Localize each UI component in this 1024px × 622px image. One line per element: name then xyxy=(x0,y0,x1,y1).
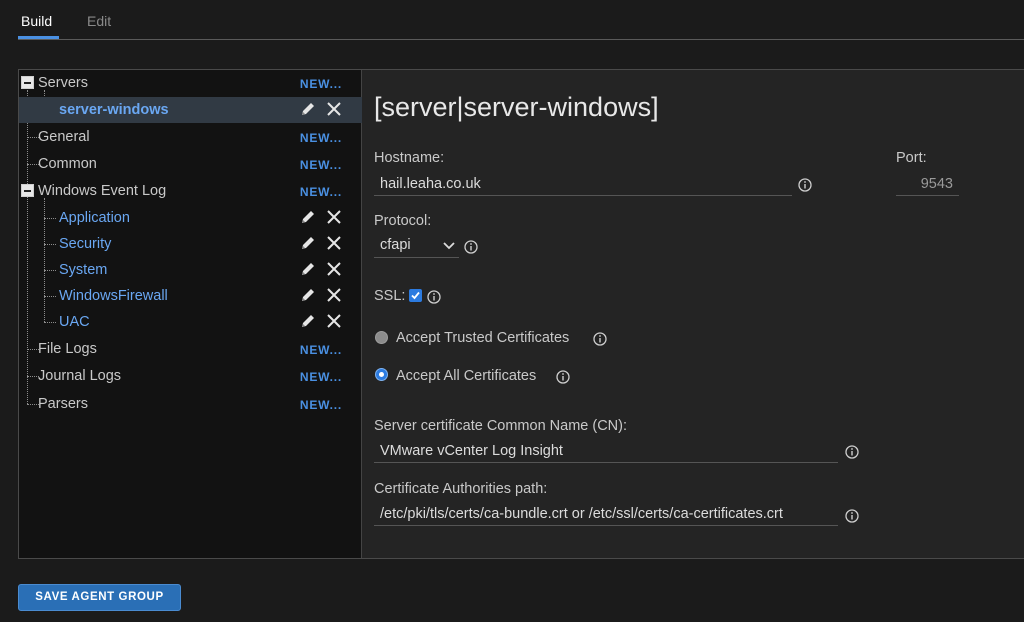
new-general-link[interactable]: NEW... xyxy=(300,131,342,145)
tree-item-label: File Logs xyxy=(38,341,97,357)
tree-item-label: UAC xyxy=(59,314,90,330)
ssl-checkbox[interactable] xyxy=(409,289,422,302)
accept-trusted-label: Accept Trusted Certificates xyxy=(396,330,570,346)
pencil-icon[interactable] xyxy=(299,260,317,278)
tree-item-general[interactable]: General NEW... xyxy=(19,124,362,150)
protocol-select[interactable]: cfapi xyxy=(374,234,459,258)
info-icon[interactable] xyxy=(427,290,441,304)
pencil-icon[interactable] xyxy=(299,286,317,304)
pencil-icon[interactable] xyxy=(299,208,317,226)
page-title: [server|server-windows] xyxy=(374,92,659,122)
hostname-input[interactable] xyxy=(374,172,792,196)
hostname-label: Hostname: xyxy=(374,150,445,166)
server-config-form: [server|server-windows] Hostname: Port: … xyxy=(362,70,1024,558)
chevron-down-icon xyxy=(443,242,455,250)
info-icon[interactable] xyxy=(593,332,607,346)
tree-item-parsers[interactable]: Parsers NEW... xyxy=(19,391,362,417)
info-icon[interactable] xyxy=(798,178,812,192)
tree-item-label: WindowsFirewall xyxy=(59,288,168,304)
close-icon[interactable] xyxy=(325,312,343,330)
collapse-icon[interactable] xyxy=(21,184,34,197)
tree-item-windowsfirewall[interactable]: WindowsFirewall xyxy=(19,283,362,309)
tree-item-servers[interactable]: Servers NEW... xyxy=(19,70,362,96)
pencil-icon[interactable] xyxy=(299,234,317,252)
ca-path-label: Certificate Authorities path: xyxy=(374,481,548,497)
tree-item-windows-event-log[interactable]: Windows Event Log NEW... xyxy=(19,178,362,204)
info-icon[interactable] xyxy=(845,509,859,523)
tree-item-label: Common xyxy=(38,156,97,172)
close-icon[interactable] xyxy=(325,260,343,278)
close-icon[interactable] xyxy=(325,234,343,252)
tree-item-file-logs[interactable]: File Logs NEW... xyxy=(19,336,362,362)
tab-build[interactable]: Build xyxy=(21,13,52,29)
tree-item-application[interactable]: Application xyxy=(19,205,362,231)
tree-item-server-windows[interactable]: server-windows xyxy=(19,97,362,123)
ca-path-input[interactable] xyxy=(374,502,838,526)
info-icon[interactable] xyxy=(845,445,859,459)
tree-item-label: General xyxy=(38,129,90,145)
tree-item-label: Windows Event Log xyxy=(38,183,167,199)
tab-edit[interactable]: Edit xyxy=(87,13,111,29)
tree-item-security[interactable]: Security xyxy=(19,231,362,257)
tree-item-label: System xyxy=(59,262,108,278)
close-icon[interactable] xyxy=(325,208,343,226)
ssl-label: SSL: xyxy=(374,288,406,304)
config-tree: Servers NEW... server-windows General NE… xyxy=(19,70,362,558)
cn-input[interactable] xyxy=(374,439,838,463)
tree-item-uac[interactable]: UAC xyxy=(19,309,362,335)
tree-item-label: Servers xyxy=(38,75,88,91)
tree-item-system[interactable]: System xyxy=(19,257,362,283)
new-file-logs-link[interactable]: NEW... xyxy=(300,343,342,357)
editor-panel: Servers NEW... server-windows General NE… xyxy=(18,69,1024,559)
accept-all-radio[interactable] xyxy=(375,368,388,381)
port-input[interactable] xyxy=(896,172,959,196)
cn-label: Server certificate Common Name (CN): xyxy=(374,418,627,434)
pencil-icon[interactable] xyxy=(299,312,317,330)
new-journal-logs-link[interactable]: NEW... xyxy=(300,370,342,384)
close-icon[interactable] xyxy=(325,100,343,118)
tree-item-common[interactable]: Common NEW... xyxy=(19,151,362,177)
info-icon[interactable] xyxy=(464,240,478,254)
save-agent-group-button[interactable]: SAVE AGENT GROUP xyxy=(18,584,181,611)
tab-bar: Build Edit xyxy=(18,0,1024,40)
tree-item-label: Journal Logs xyxy=(38,368,122,384)
accept-trusted-radio[interactable] xyxy=(375,331,388,344)
info-icon[interactable] xyxy=(556,370,570,384)
tree-item-label: Application xyxy=(59,210,130,226)
tree-item-journal-logs[interactable]: Journal Logs NEW... xyxy=(19,363,362,389)
active-tab-indicator xyxy=(18,36,59,39)
protocol-selected-value: cfapi xyxy=(380,237,411,253)
new-server-link[interactable]: NEW... xyxy=(300,77,342,91)
checkmark-icon xyxy=(411,291,420,300)
protocol-label: Protocol: xyxy=(374,213,432,229)
accept-all-label: Accept All Certificates xyxy=(396,368,537,384)
tree-item-label: Security xyxy=(59,236,112,252)
tree-item-label: Parsers xyxy=(38,396,88,412)
new-windows-event-log-link[interactable]: NEW... xyxy=(300,185,342,199)
new-parsers-link[interactable]: NEW... xyxy=(300,398,342,412)
collapse-icon[interactable] xyxy=(21,76,34,89)
tree-item-label: server-windows xyxy=(59,102,169,118)
new-common-link[interactable]: NEW... xyxy=(300,158,342,172)
pencil-icon[interactable] xyxy=(299,100,317,118)
close-icon[interactable] xyxy=(325,286,343,304)
port-label: Port: xyxy=(896,150,927,166)
